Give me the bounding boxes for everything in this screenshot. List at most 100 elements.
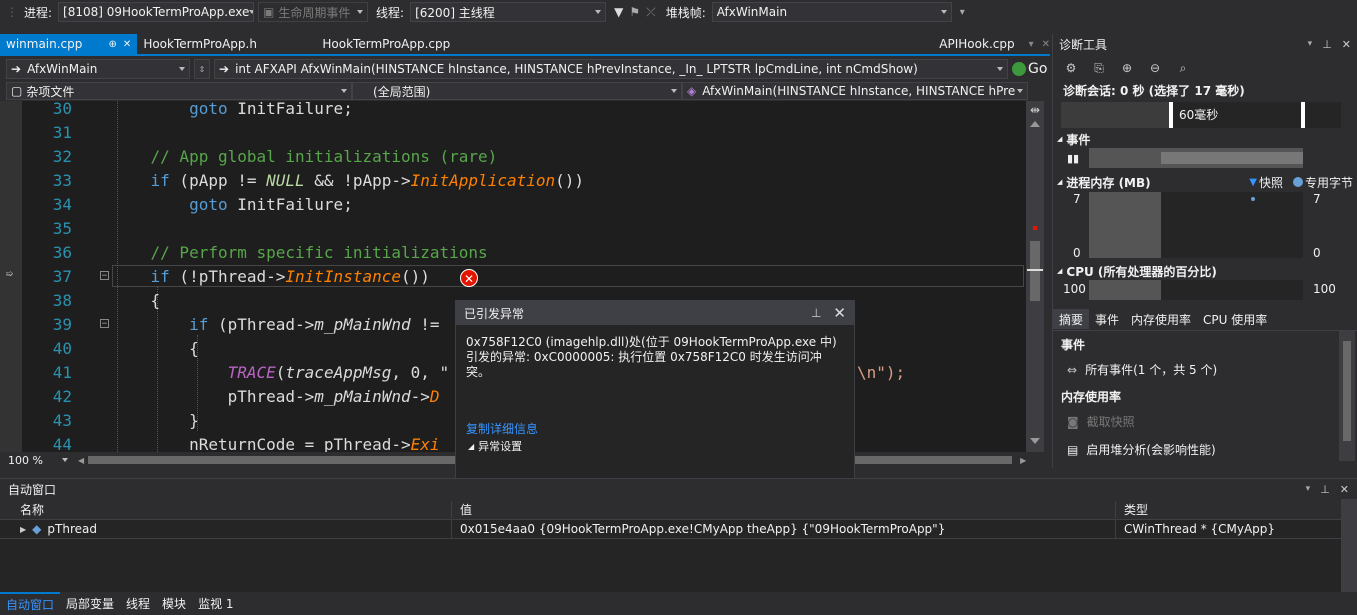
expand-arrow-icon[interactable]: ▶ (20, 525, 26, 534)
line-number: 30 (52, 101, 72, 118)
tab-autos[interactable]: 自动窗口 (0, 592, 61, 615)
toolbar-overflow-icon[interactable]: ▾ (960, 7, 965, 18)
tab-locals[interactable]: 局部变量 (60, 594, 120, 614)
function-signature-dropdown[interactable]: ➔ int AFXAPI AfxWinMain(HINSTANCE hInsta… (214, 59, 1008, 79)
copy-details-link[interactable]: 复制详细信息 (466, 420, 538, 437)
export-icon[interactable]: ⎘ (1091, 60, 1107, 76)
tab-memory-usage[interactable]: 内存使用率 (1125, 309, 1197, 329)
zoom-in-icon[interactable]: ⊕ (1119, 60, 1135, 76)
toolbar-divider (0, 24, 1357, 34)
line-number: 43 (52, 411, 72, 430)
navigate-updown[interactable]: ⇕ (194, 59, 210, 79)
memory-section-header[interactable]: ◢ 进程内存 (MB) ▼ 快照 专用字节 (1057, 174, 1353, 190)
close-icon[interactable]: ✕ (1340, 483, 1349, 496)
take-snapshot-label: 截取快照 (1086, 415, 1135, 429)
tab-apihook-cpp[interactable]: APIHook.cpp (933, 34, 1020, 54)
function-signature: int AFXAPI AfxWinMain(HINSTANCE hInstanc… (235, 62, 918, 76)
member-dropdown[interactable]: ◈ AfxWinMain(HINSTANCE hInstance, HINSTA… (682, 82, 1028, 100)
events-section-header[interactable]: ◢ 事件 (1057, 131, 1090, 147)
autos-row-value[interactable]: 0x015e4aa0 {09HookTermProApp.exe!CMyApp … (452, 520, 1116, 538)
process-value: [8108] 09HookTermProApp.exe (63, 5, 250, 19)
col-value-header[interactable]: 值 (452, 500, 1116, 518)
error-icon[interactable]: ✕ (460, 269, 478, 287)
tab-summary[interactable]: 摘要 (1053, 309, 1090, 329)
dropdown-icon[interactable]: ▾ (1308, 39, 1313, 49)
thread-value: [6200] 主线程 (415, 5, 495, 20)
stack-frame-dropdown[interactable]: AfxWinMain (711, 2, 952, 22)
caret-marker (1027, 269, 1043, 271)
autos-name-cell[interactable]: ▶ ◆ pThread (0, 520, 452, 538)
pin-icon[interactable]: ⊕ (109, 39, 117, 50)
timeline-marker (1301, 102, 1305, 128)
collapse-icon[interactable]: ⤫ (646, 5, 656, 20)
scroll-down-icon[interactable] (1030, 438, 1040, 444)
global-scope-dropdown[interactable]: (全局范围) (352, 82, 682, 100)
chevron-down-icon (62, 458, 68, 462)
project-dropdown[interactable]: ▢ 杂项文件 (6, 82, 352, 100)
close-icon[interactable]: ✕ (123, 39, 131, 50)
thread-dropdown[interactable]: [6200] 主线程 (410, 2, 607, 22)
autos-scrollbar[interactable] (1341, 499, 1357, 593)
line-number: 33 (52, 171, 72, 190)
close-icon[interactable]: ✕ (833, 304, 846, 322)
zoom-dropdown[interactable]: 100 % (0, 454, 74, 467)
exception-header: 已引发异常 ⊥ ✕ (456, 301, 854, 325)
cpu-axis-right: 100 (1313, 282, 1336, 296)
lifecycle-events-dropdown[interactable]: ▣ 生命周期事件 (258, 2, 369, 22)
process-dropdown[interactable]: [8108] 09HookTermProApp.exe (58, 2, 255, 22)
scope-dropdown[interactable]: ➔ AfxWinMain (6, 59, 190, 79)
pin-icon[interactable]: ⊥ (1322, 38, 1332, 51)
diagnostics-panel: 诊断工具 ▾ ⊥ ✕ ⚙ ⎘ ⊕ ⊖ ⌕ 诊断会话: 0 秒 (选择了 17 毫… (1052, 34, 1357, 468)
collapse-toggle[interactable]: − (100, 319, 109, 329)
collapse-triangle-icon: ◢ (1057, 135, 1063, 143)
settings-gear-icon[interactable]: ⚙ (1063, 60, 1079, 76)
chevron-down-icon (940, 10, 947, 14)
scroll-left-icon[interactable]: ◀ (78, 456, 84, 465)
split-icon[interactable]: ⇹ (1028, 103, 1042, 117)
all-events-link[interactable]: ⇔ 所有事件(1 个，共 5 个) (1067, 361, 1217, 378)
heap-profiling-button[interactable]: ▤ 启用堆分析(会影响性能) (1067, 441, 1216, 458)
pin-icon[interactable]: ⊥ (1320, 483, 1330, 496)
tab-label: 自动窗口 (6, 598, 55, 612)
take-snapshot-button[interactable]: ◙ 截取快照 (1067, 413, 1135, 430)
tab-events[interactable]: 事件 (1089, 309, 1125, 329)
flag-icon[interactable]: ⚑ (629, 5, 640, 19)
exception-settings-label: 异常设置 (478, 440, 523, 452)
tab-watch-1[interactable]: 监视 1 (192, 594, 239, 614)
code-line: { (112, 339, 199, 358)
tab-winmain-cpp[interactable]: winmain.cpp ⊕ ✕ (0, 34, 138, 54)
close-preview-icon[interactable]: ✕ (1042, 39, 1050, 50)
scroll-right-icon[interactable]: ▶ (1020, 456, 1026, 465)
diag-scrollbar[interactable] (1339, 331, 1355, 461)
tab-list-icon[interactable]: ▾ (1029, 39, 1034, 50)
filter-icon[interactable]: ▼ (614, 5, 623, 19)
autos-row[interactable]: ▶ ◆ pThread 0x015e4aa0 {09HookTermProApp… (0, 520, 1357, 539)
file-scope-bar: ▢ 杂项文件 (全局范围) ◈ AfxWinMain(HINSTANCE hIn… (0, 81, 1050, 101)
col-name-header[interactable]: 名称 (0, 500, 452, 518)
tab-hooktermproapp-cpp[interactable]: HookTermProApp.cpp (316, 34, 527, 54)
cpu-section-header[interactable]: ◢ CPU (所有处理器的百分比) (1057, 263, 1217, 279)
editor-vscrollbar[interactable]: ⇹ (1026, 101, 1044, 452)
exception-settings-toggle[interactable]: ◢ 异常设置 (468, 440, 522, 452)
pause-icon[interactable]: ▮▮ (1067, 152, 1079, 165)
tab-modules[interactable]: 模块 (156, 594, 192, 614)
timeline-ruler[interactable]: 60毫秒 (1061, 102, 1341, 128)
go-button[interactable]: Go (1012, 61, 1047, 77)
line-number: 34 (52, 195, 72, 214)
misc-files-icon: ▢ (11, 84, 23, 98)
scroll-up-icon[interactable] (1030, 121, 1040, 127)
code-line: // Perform specific initializations (112, 243, 488, 262)
scroll-thumb[interactable] (1343, 341, 1351, 441)
tab-threads[interactable]: 线程 (120, 594, 156, 614)
code-line: if (!pThread->InitInstance()) (150, 267, 430, 286)
tab-hooktermproapp-h[interactable]: HookTermProApp.h (137, 34, 316, 54)
tab-cpu-usage[interactable]: CPU 使用率 (1197, 309, 1273, 329)
dropdown-icon[interactable]: ▾ (1306, 484, 1311, 494)
pin-icon[interactable]: ⊥ (811, 306, 821, 320)
scroll-thumb[interactable] (1030, 241, 1040, 301)
zoom-out-icon[interactable]: ⊖ (1147, 60, 1163, 76)
zoom-reset-icon[interactable]: ⌕ (1175, 60, 1191, 76)
col-type-header[interactable]: 类型 (1116, 501, 1148, 518)
collapse-toggle[interactable]: − (100, 271, 109, 281)
close-icon[interactable]: ✕ (1342, 38, 1351, 51)
